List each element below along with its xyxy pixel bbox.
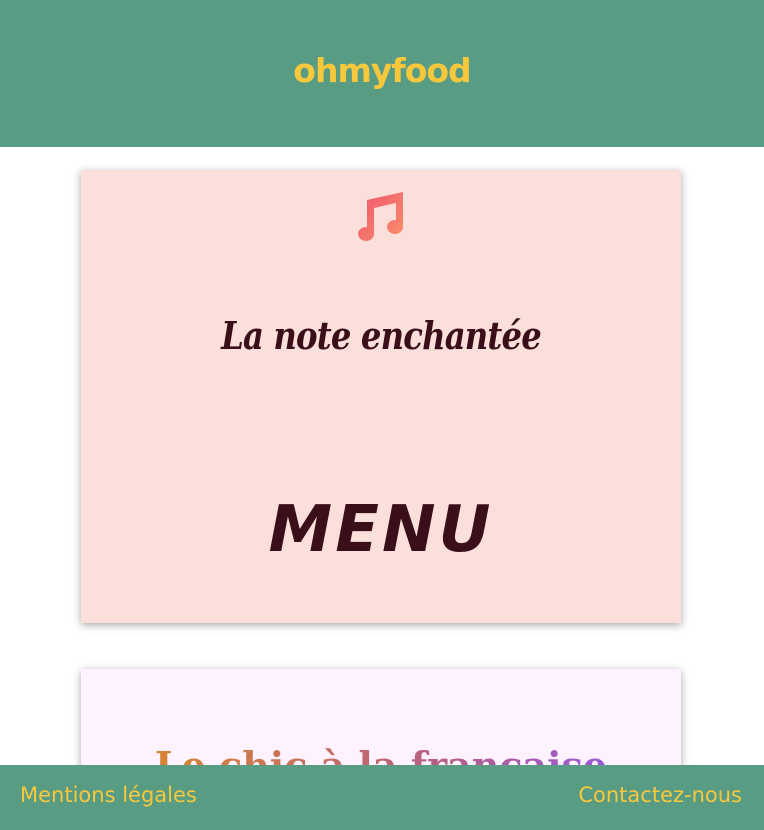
site-footer: Mentions légales Contactez-nous [0, 765, 764, 830]
music-note-icon [358, 192, 404, 241]
logo-link[interactable]: ohmyfood [293, 51, 471, 90]
restaurant-menu-card: La note enchantée MENU [81, 170, 681, 623]
contact-link[interactable]: Contactez-nous [578, 783, 742, 807]
site-header: ohmyfood [0, 0, 764, 147]
legal-notice-link[interactable]: Mentions légales [20, 783, 197, 807]
restaurant-name: La note enchantée [221, 313, 542, 359]
menu-title: MENU [268, 493, 494, 568]
